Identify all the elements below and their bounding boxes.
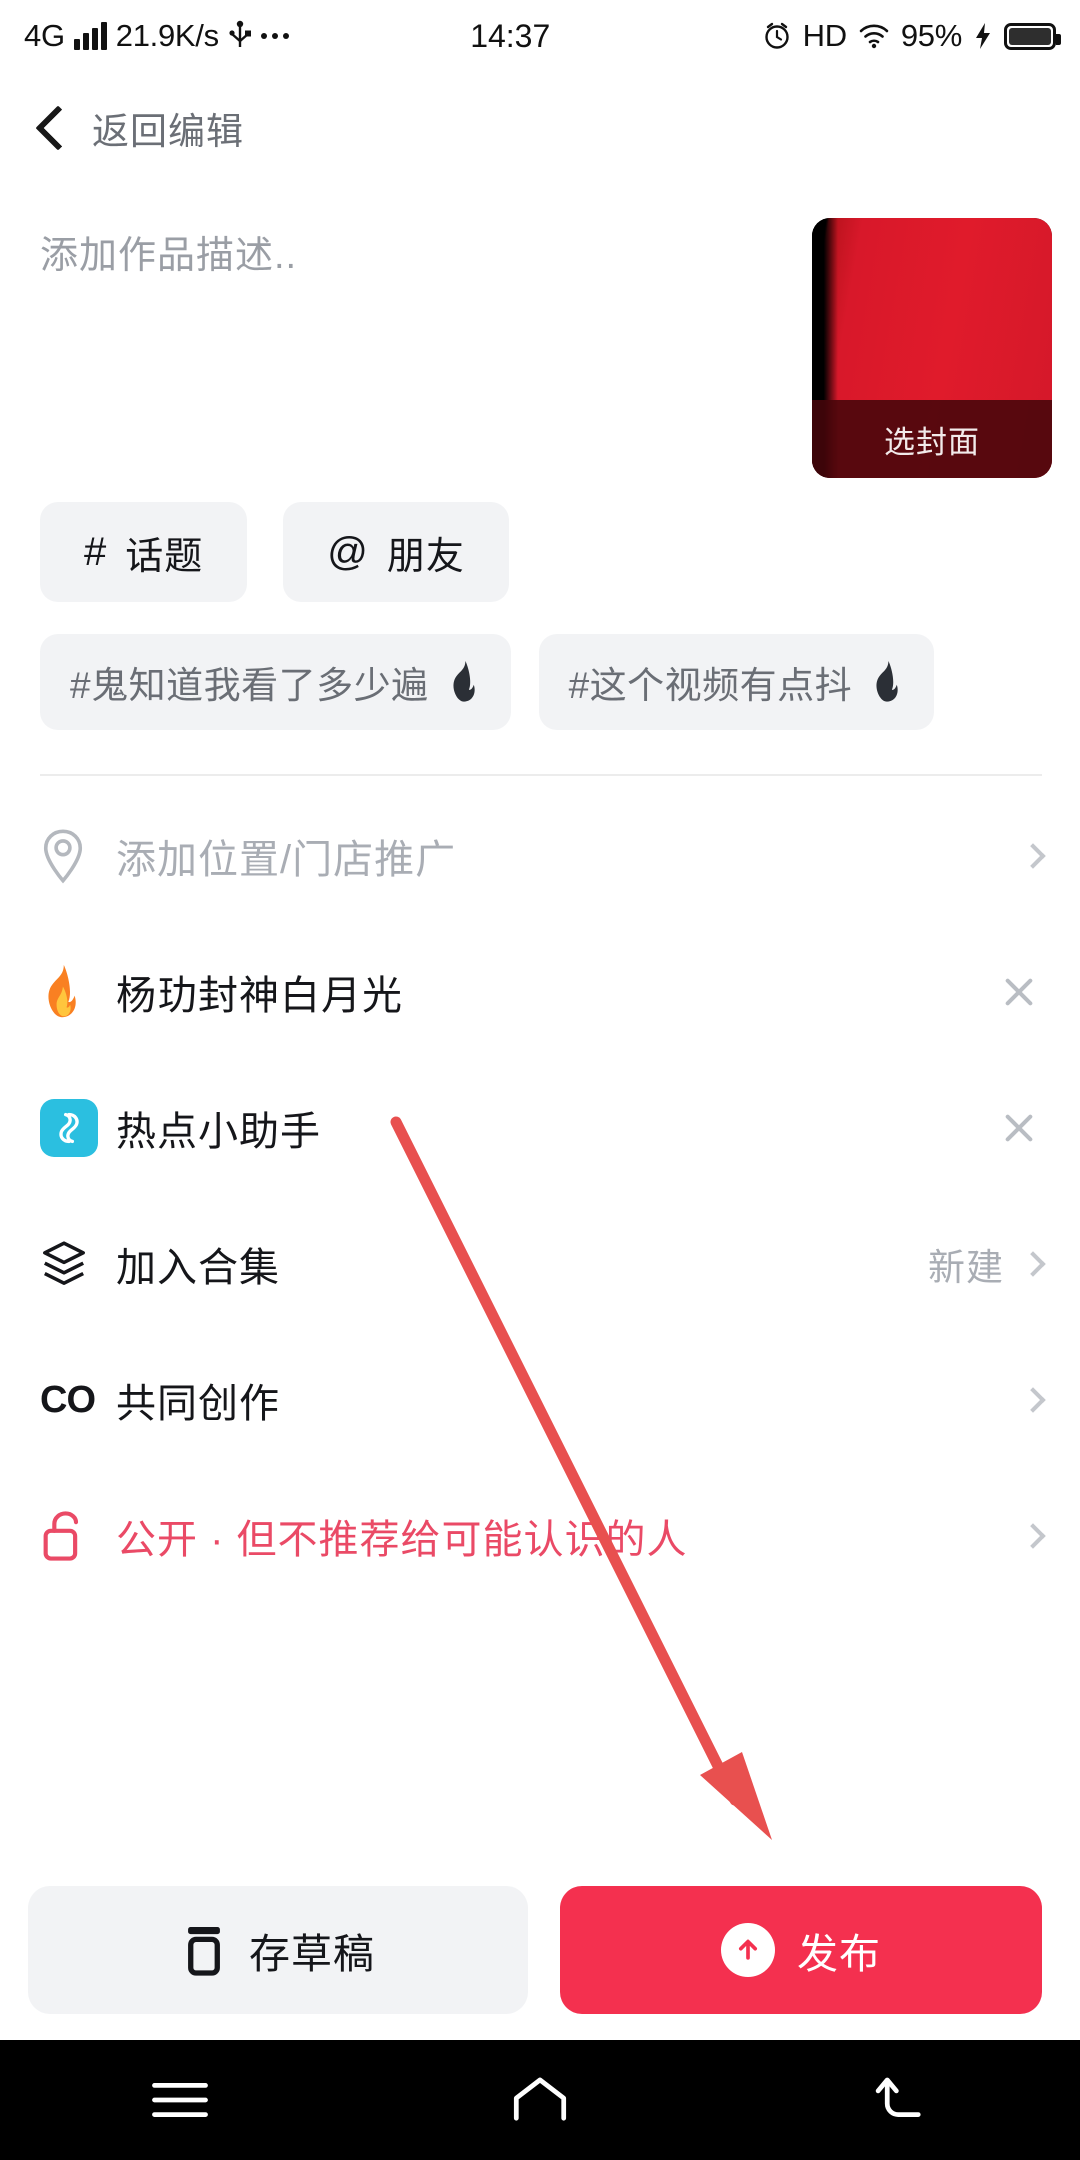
row-privacy-label: 公开 · 但不推荐给可能认识的人 (116, 1518, 688, 1562)
flame-icon (453, 661, 475, 702)
row-privacy-trailing[interactable] (1020, 1523, 1046, 1549)
friend-button-label: 朋友 (386, 535, 465, 578)
description-section: 添加作品描述.. 选封面 (0, 184, 1080, 478)
row-hot-topic-trailing[interactable] (996, 969, 1042, 1015)
system-back-button[interactable] (840, 2076, 960, 2124)
tag-suggestion-label: #鬼知道我看了多少遍 (70, 665, 429, 706)
network-speed-label: 21.9K/s (115, 18, 219, 53)
chevron-right-icon (1020, 1387, 1046, 1413)
recents-button[interactable] (120, 2078, 240, 2122)
tag-suggestion-chip[interactable]: #这个视频有点抖 (538, 634, 935, 730)
publish-button[interactable]: 发布 (560, 1886, 1042, 2014)
hd-label: HD (802, 18, 847, 53)
topic-button-label: 话题 (125, 535, 204, 578)
row-hotspot-assistant[interactable]: 热点小助手 (40, 1072, 1042, 1184)
options-list: 添加位置/门店推广 杨玏封神白月光 热点小助手 加入合集 新建 CO 共同创作 … (0, 776, 1080, 1592)
co-icon: CO (40, 1378, 96, 1421)
status-bar-left: 4G 21.9K/s (24, 18, 289, 54)
friend-button[interactable]: @ 朋友 (283, 502, 509, 602)
row-hot-topic[interactable]: 杨玏封神白月光 (40, 936, 1042, 1048)
publish-label: 发布 (797, 1931, 881, 1977)
bottom-action-bar: 存草稿 发布 (0, 1860, 1080, 2040)
nav-bar: 返回编辑 (0, 72, 1080, 184)
chip-row: # 话题 @ 朋友 (0, 478, 1080, 602)
row-location-label: 添加位置/门店推广 (116, 838, 457, 882)
row-location-trailing[interactable] (1020, 843, 1046, 869)
flame-color-icon (40, 965, 116, 1019)
menu-icon (152, 2083, 208, 2117)
description-input[interactable]: 添加作品描述.. (40, 218, 812, 388)
arrow-up-circle-icon (721, 1923, 775, 1977)
battery-percent-label: 95% (900, 18, 962, 53)
back-chevron-icon[interactable] (34, 104, 64, 152)
hotspot-assistant-icon (40, 1099, 116, 1157)
row-join-collection[interactable]: 加入合集 新建 (40, 1208, 1046, 1320)
battery-icon (1004, 22, 1061, 50)
layers-icon (40, 1240, 116, 1288)
draft-box-icon (188, 1927, 220, 1976)
chevron-right-icon (1020, 1523, 1046, 1549)
row-privacy[interactable]: 公开 · 但不推荐给可能认识的人 (40, 1480, 1046, 1592)
back-arrow-icon (875, 2077, 921, 2117)
hash-icon: # (84, 529, 108, 574)
row-co-creation-trailing[interactable] (1020, 1387, 1046, 1413)
tag-suggestion-chip[interactable]: #鬼知道我看了多少遍 (40, 634, 511, 730)
tag-suggestion-label: #这个视频有点抖 (568, 665, 853, 706)
chevron-right-icon (1020, 843, 1046, 869)
nav-title[interactable]: 返回编辑 (92, 101, 244, 155)
map-pin-icon (40, 828, 116, 884)
row-hotspot-assistant-label: 热点小助手 (116, 1110, 321, 1154)
at-icon: @ (327, 529, 369, 574)
ellipsis-icon (260, 33, 289, 39)
tag-suggestion-row[interactable]: #鬼知道我看了多少遍 #这个视频有点抖 (0, 602, 1080, 730)
status-bar: 4G 21.9K/s 14:37 HD 95% (0, 0, 1080, 72)
close-icon[interactable] (996, 969, 1042, 1015)
chevron-right-icon (1020, 1251, 1046, 1277)
signal-strength-icon (73, 22, 107, 50)
row-join-collection-label: 加入合集 (116, 1246, 280, 1290)
home-button[interactable] (480, 2074, 600, 2126)
alarm-clock-icon (764, 22, 789, 49)
clock-label: 14:37 (470, 17, 551, 54)
row-join-collection-trailing[interactable]: 新建 (928, 1237, 1046, 1291)
row-co-creation-label: 共同创作 (116, 1382, 280, 1426)
usb-icon (229, 20, 251, 47)
save-draft-label: 存草稿 (249, 1931, 375, 1977)
network-type-label: 4G (24, 18, 65, 53)
save-draft-button[interactable]: 存草稿 (28, 1886, 528, 2014)
row-hotspot-assistant-trailing[interactable] (996, 1105, 1042, 1151)
row-location[interactable]: 添加位置/门店推广 (40, 800, 1046, 912)
wifi-icon (859, 24, 889, 49)
status-bar-right: HD 95% (762, 18, 1061, 54)
home-icon (513, 2077, 567, 2121)
flame-icon (876, 661, 898, 702)
lightning-bolt-icon (976, 23, 990, 49)
close-icon[interactable] (996, 1105, 1042, 1151)
row-hot-topic-label: 杨玏封神白月光 (116, 974, 403, 1018)
cover-thumbnail[interactable]: 选封面 (812, 218, 1052, 478)
topic-button[interactable]: # 话题 (40, 502, 248, 602)
row-join-collection-value: 新建 (928, 1247, 1004, 1288)
select-cover-label[interactable]: 选封面 (812, 400, 1052, 478)
status-bar-center: 14:37 (289, 18, 762, 55)
row-co-creation[interactable]: CO 共同创作 (40, 1344, 1046, 1456)
android-nav-bar (0, 2040, 1080, 2160)
unlock-icon (40, 1510, 116, 1562)
